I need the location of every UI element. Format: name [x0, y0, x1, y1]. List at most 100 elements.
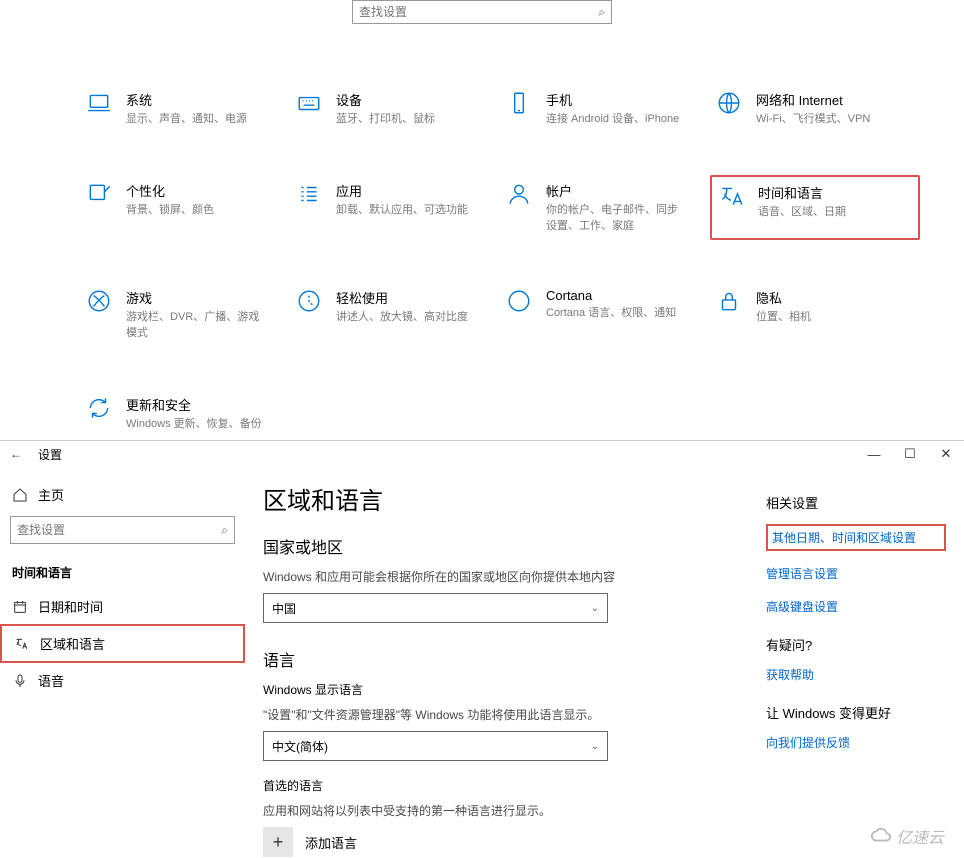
cat-sub: 显示、声音、通知、电源	[126, 112, 247, 127]
cat-sub: 讲述人、放大镜、高对比度	[336, 310, 468, 325]
category-cortana[interactable]: Cortana Cortana 语言、权限、通知	[500, 282, 710, 347]
maximize-button[interactable]: ☐	[892, 443, 928, 465]
category-system[interactable]: 系统显示、声音、通知、电源	[80, 84, 290, 133]
search-icon: ⌕	[598, 5, 605, 20]
cat-title: 时间和语言	[758, 183, 846, 202]
back-button[interactable]: ←	[10, 447, 22, 461]
window-title: 设置	[38, 446, 62, 463]
sidebar-search[interactable]: ⌕	[10, 516, 235, 544]
home-nav[interactable]: 主页	[0, 477, 245, 512]
cat-title: 手机	[546, 90, 679, 109]
related-heading: 相关设置	[766, 493, 946, 512]
watermark-text: 亿速云	[896, 824, 944, 848]
cat-title: 帐户	[546, 181, 686, 200]
category-ease-of-access[interactable]: 轻松使用讲述人、放大镜、高对比度	[290, 282, 500, 347]
phone-icon	[506, 90, 532, 116]
cat-sub: 位置、相机	[756, 310, 811, 325]
link-get-help[interactable]: 获取帮助	[766, 666, 946, 683]
link-other-datetime-region[interactable]: 其他日期、时间和区域设置	[766, 524, 946, 551]
country-select[interactable]: 中国 ⌄	[263, 593, 608, 623]
microphone-icon	[12, 673, 28, 689]
cat-sub: 背景、锁屏、颜色	[126, 203, 214, 218]
chevron-down-icon: ⌄	[591, 603, 599, 614]
watermark: 亿速云	[870, 824, 944, 848]
cat-title: 个性化	[126, 181, 214, 200]
link-feedback[interactable]: 向我们提供反馈	[766, 734, 946, 751]
cat-sub: Windows 更新、恢复、备份	[126, 417, 262, 432]
cat-sub: 语音、区域、日期	[758, 205, 846, 220]
cat-title: Cortana	[546, 288, 676, 303]
language-icon	[14, 636, 30, 652]
cat-title: 设备	[336, 90, 435, 109]
category-personalization[interactable]: 个性化背景、锁屏、颜色	[80, 175, 290, 240]
category-update[interactable]: 更新和安全Windows 更新、恢复、备份	[80, 389, 290, 438]
nav-label: 区域和语言	[40, 634, 105, 653]
category-privacy[interactable]: 隐私位置、相机	[710, 282, 920, 347]
language-icon	[718, 183, 744, 209]
cat-sub: 连接 Android 设备、iPhone	[546, 112, 679, 127]
cat-title: 游戏	[126, 288, 266, 307]
category-time-language[interactable]: 时间和语言语音、区域、日期	[710, 175, 920, 240]
preferred-desc: 应用和网站将以列表中受支持的第一种语言进行显示。	[263, 802, 766, 819]
section-heading: 时间和语言	[0, 554, 245, 589]
display-lang-value: 中文(简体)	[272, 738, 328, 755]
category-gaming[interactable]: 游戏游戏栏、DVR、广播、游戏模式	[80, 282, 290, 347]
cat-sub: Cortana 语言、权限、通知	[546, 306, 676, 321]
help-heading: 有疑问?	[766, 635, 946, 654]
keyboard-icon	[296, 90, 322, 116]
link-advanced-keyboard[interactable]: 高级键盘设置	[766, 598, 946, 615]
country-value: 中国	[272, 600, 296, 617]
home-icon	[12, 487, 28, 503]
apps-icon	[296, 181, 322, 207]
category-accounts[interactable]: 帐户你的帐户、电子邮件、同步设置、工作、家庭	[500, 175, 710, 240]
cat-sub: 游戏栏、DVR、广播、游戏模式	[126, 310, 266, 341]
cat-sub: 卸载、默认应用、可选功能	[336, 203, 468, 218]
lock-icon	[716, 288, 742, 314]
nav-label: 日期和时间	[38, 597, 103, 616]
add-language-label: 添加语言	[305, 833, 357, 852]
ease-icon	[296, 288, 322, 314]
country-heading: 国家或地区	[263, 534, 766, 558]
feedback-heading: 让 Windows 变得更好	[766, 703, 946, 722]
laptop-icon	[86, 90, 112, 116]
cat-title: 应用	[336, 181, 468, 200]
sidebar-search-input[interactable]	[17, 523, 221, 537]
link-manage-language[interactable]: 管理语言设置	[766, 565, 946, 582]
calendar-icon	[12, 599, 28, 615]
brush-icon	[86, 181, 112, 207]
nav-speech[interactable]: 语音	[0, 663, 245, 698]
language-heading: 语言	[263, 647, 766, 671]
cat-sub: Wi-Fi、飞行模式、VPN	[756, 112, 870, 127]
category-network[interactable]: 网络和 Internet Wi-Fi、飞行模式、VPN	[710, 84, 920, 133]
cat-title: 轻松使用	[336, 288, 468, 307]
nav-region-language[interactable]: 区域和语言	[0, 624, 245, 663]
person-icon	[506, 181, 532, 207]
cat-sub: 你的帐户、电子邮件、同步设置、工作、家庭	[546, 203, 686, 234]
chevron-down-icon: ⌄	[591, 741, 599, 752]
category-phone[interactable]: 手机连接 Android 设备、iPhone	[500, 84, 710, 133]
cortana-icon	[506, 288, 532, 314]
display-lang-label: Windows 显示语言	[263, 681, 766, 698]
preferred-heading: 首选的语言	[263, 777, 766, 794]
category-devices[interactable]: 设备蓝牙、打印机、鼠标	[290, 84, 500, 133]
category-apps[interactable]: 应用卸载、默认应用、可选功能	[290, 175, 500, 240]
home-label: 主页	[38, 485, 64, 504]
display-lang-desc: "设置"和"文件资源管理器"等 Windows 功能将使用此语言显示。	[263, 706, 766, 723]
add-language-button[interactable]: +	[263, 827, 293, 857]
minimize-button[interactable]: —	[856, 443, 892, 465]
country-desc: Windows 和应用可能会根据你所在的国家或地区向你提供本地内容	[263, 568, 766, 585]
page-title: 区域和语言	[263, 481, 766, 516]
display-language-select[interactable]: 中文(简体) ⌄	[263, 731, 608, 761]
nav-label: 语音	[38, 671, 64, 690]
search-icon: ⌕	[221, 523, 228, 538]
settings-search[interactable]: ⌕	[352, 0, 612, 24]
nav-datetime[interactable]: 日期和时间	[0, 589, 245, 624]
update-icon	[86, 395, 112, 421]
cat-sub: 蓝牙、打印机、鼠标	[336, 112, 435, 127]
globe-icon	[716, 90, 742, 116]
close-button[interactable]: ✕	[928, 443, 964, 465]
cat-title: 系统	[126, 90, 247, 109]
settings-search-input[interactable]	[359, 5, 598, 19]
xbox-icon	[86, 288, 112, 314]
cat-title: 网络和 Internet	[756, 90, 870, 109]
